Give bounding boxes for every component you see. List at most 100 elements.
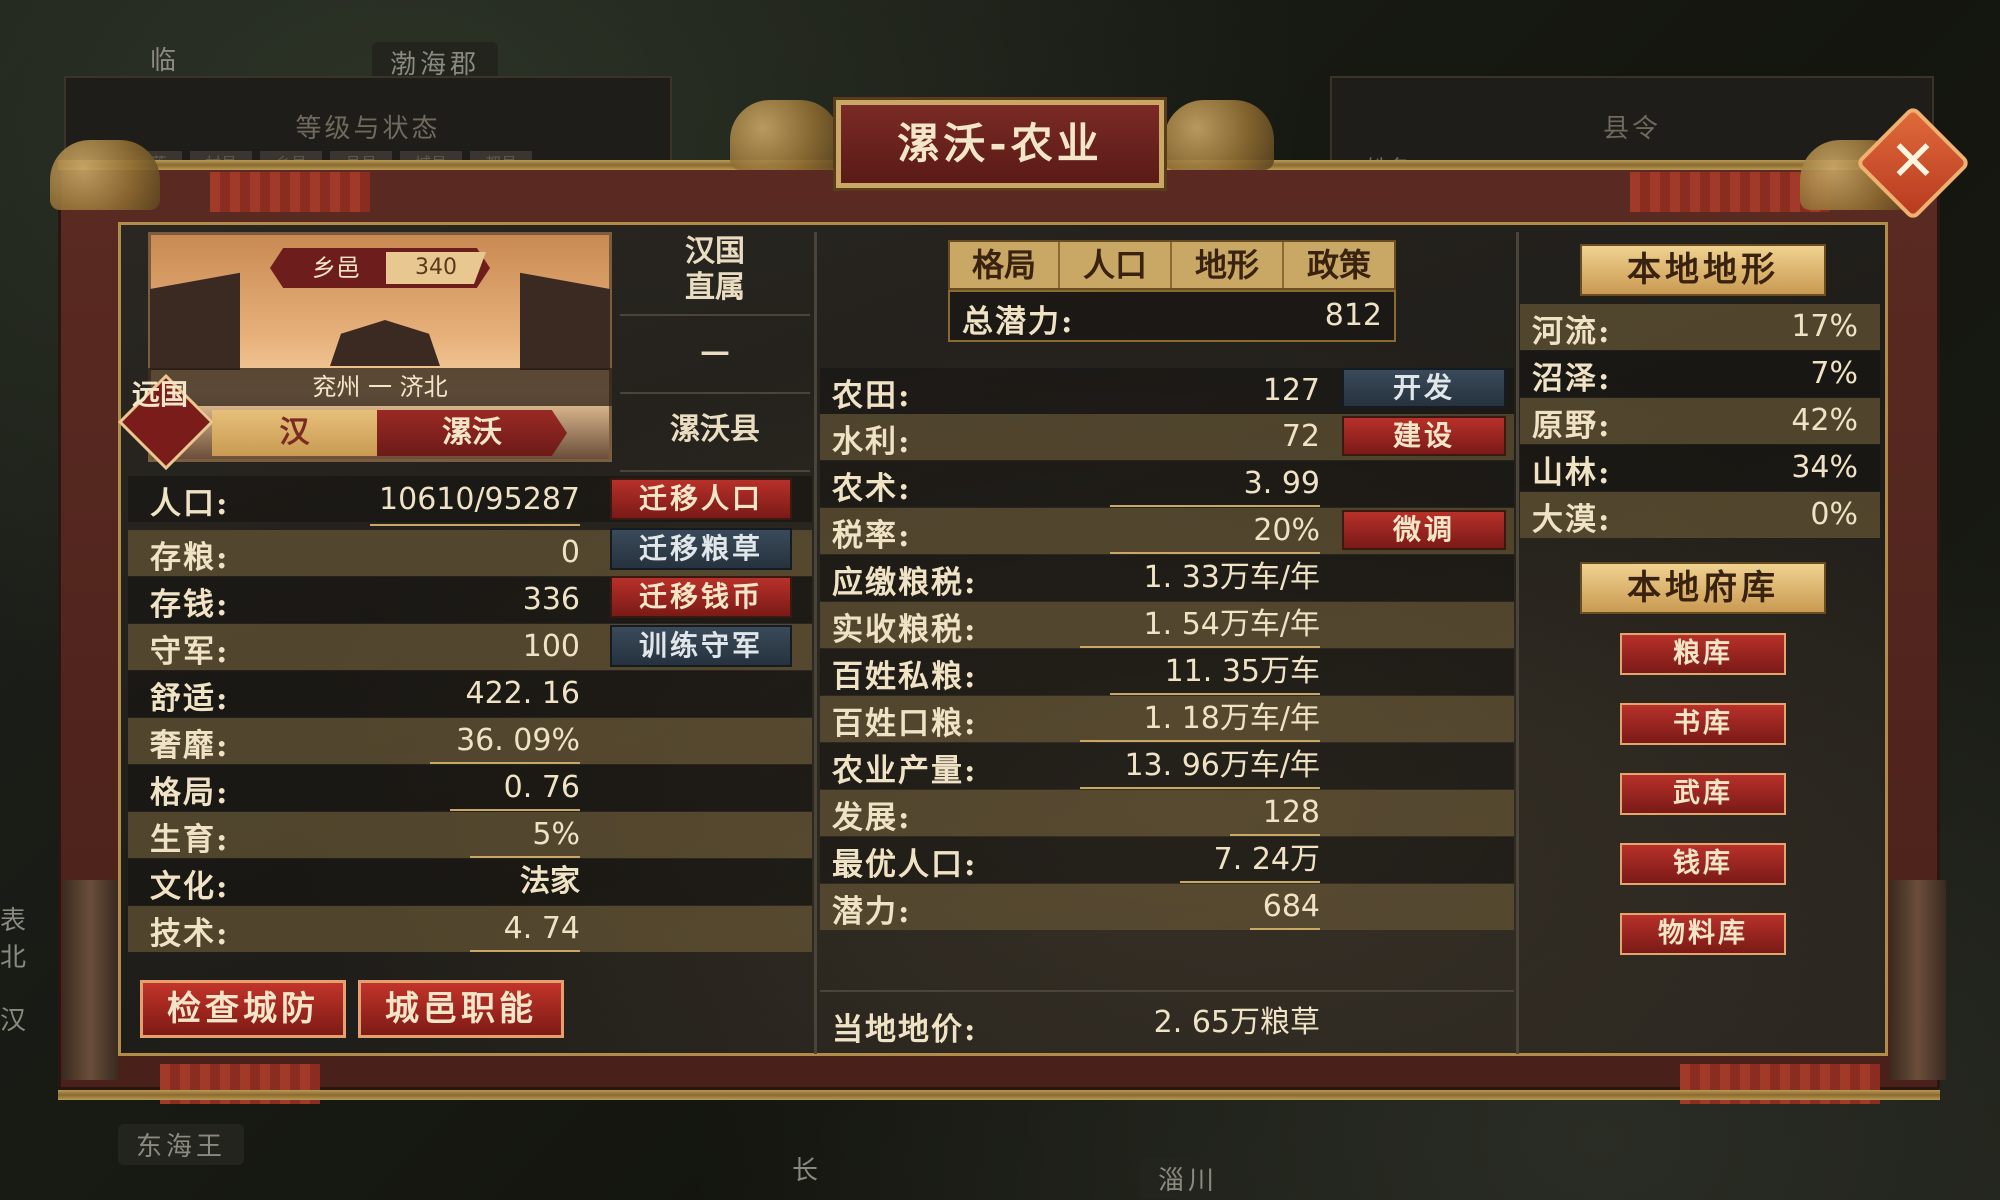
library-button[interactable]: 书库	[1620, 703, 1786, 745]
total-potential-box: 总潜力: 812	[948, 290, 1396, 342]
terrain-label-forest: 山林:	[1532, 455, 1612, 491]
distance-badge-text: 远国	[131, 378, 188, 411]
agri-value-due-tax: 1. 33万车/年	[1143, 560, 1320, 595]
agri-label-potential: 潜力:	[832, 894, 912, 930]
tab-bar: 格局 人口 地形 政策	[948, 240, 1396, 290]
cloud-ornament-icon	[50, 140, 160, 210]
stat-value-garrison: 100	[522, 629, 580, 664]
agri-value-irrigation: 72	[1281, 419, 1320, 454]
stat-label-birth: 生育:	[150, 822, 230, 858]
agri-label-farmland: 农田:	[832, 378, 912, 414]
stat-value-birth: 5%	[470, 812, 580, 858]
right-pillar-statue	[1890, 880, 1946, 1080]
cloud-ornament-icon	[1164, 100, 1274, 170]
kingdom-segment: 汉	[212, 410, 377, 456]
governor-placeholder: —	[620, 316, 810, 394]
agri-label-optimal-pop: 最优人口:	[832, 847, 978, 883]
terrain-label-plain: 原野:	[1532, 408, 1612, 444]
armory-button[interactable]: 武库	[1620, 773, 1786, 815]
migrate-money-button[interactable]: 迁移钱币	[610, 576, 792, 618]
agri-label-actual-tax: 实收粮税:	[832, 612, 978, 648]
rank-value: 340	[386, 252, 486, 284]
stat-label-money: 存钱:	[150, 587, 230, 623]
agri-value-private-grain: 11. 35万车	[1110, 649, 1320, 695]
agri-value-development: 128	[1230, 790, 1320, 836]
agri-label-development: 发展:	[832, 800, 912, 836]
agri-value-actual-tax: 1. 54万车/年	[1080, 602, 1320, 648]
map-label: 临	[150, 46, 181, 76]
terrain-label-desert: 大漠:	[1532, 502, 1612, 538]
terrain-header: 本地地形	[1580, 244, 1826, 296]
develop-farmland-button[interactable]: 开发	[1342, 368, 1506, 408]
agri-value-taxrate: 20%	[1110, 508, 1320, 554]
stat-value-culture: 法家	[520, 864, 580, 899]
materials-store-button[interactable]: 物料库	[1620, 913, 1786, 955]
agri-value-potential: 684	[1250, 884, 1320, 930]
agri-label-irrigation: 水利:	[832, 424, 912, 460]
stat-value-population: 10610/95287	[370, 476, 580, 526]
stat-value-grain: 0	[560, 535, 580, 570]
agri-row	[820, 790, 1514, 836]
build-irrigation-button[interactable]: 建设	[1342, 416, 1506, 456]
agri-label-private-grain: 百姓私粮:	[832, 659, 978, 695]
adjust-taxrate-button[interactable]: 微调	[1342, 510, 1506, 550]
county-name: 漯沃县	[620, 394, 810, 472]
back-left-header: 等级与状态	[295, 114, 441, 144]
land-price-label: 当地地价:	[832, 1012, 978, 1048]
terrain-label-marsh: 沼泽:	[1532, 361, 1612, 397]
migrate-grain-button[interactable]: 迁移粮草	[610, 528, 792, 570]
treasury-button[interactable]: 钱库	[1620, 843, 1786, 885]
left-pillar-statue	[62, 880, 118, 1080]
terrain-value-plain: 42%	[1791, 403, 1858, 438]
stat-value-layout: 0. 76	[450, 765, 580, 811]
land-price-value: 2. 65万粮草	[1153, 1005, 1320, 1040]
frame-trim-bottom	[58, 1090, 1940, 1100]
train-garrison-button[interactable]: 训练守军	[610, 625, 792, 667]
granary-button[interactable]: 粮库	[1620, 633, 1786, 675]
terrain-value-forest: 34%	[1791, 450, 1858, 485]
map-label: 表北	[0, 906, 31, 973]
agri-row	[820, 884, 1514, 930]
stat-value-luxury: 36. 09%	[430, 718, 580, 764]
stat-value-comfort: 422. 16	[465, 676, 580, 711]
inspect-defense-button[interactable]: 检查城防	[140, 980, 346, 1038]
tab-layout[interactable]: 格局	[950, 242, 1060, 288]
terrain-value-river: 17%	[1791, 309, 1858, 344]
migrate-population-button[interactable]: 迁移人口	[610, 478, 792, 520]
stat-label-population: 人口:	[150, 486, 230, 522]
stat-value-money: 336	[522, 582, 580, 617]
city-functions-button[interactable]: 城邑职能	[358, 980, 564, 1038]
section-divider	[820, 990, 1514, 992]
stat-label-garrison: 守军:	[150, 634, 230, 670]
affiliation: 汉国 直属	[620, 232, 810, 316]
cloud-ornament-icon	[730, 100, 840, 170]
window-title: 漯沃-农业	[836, 100, 1164, 188]
map-label: 汉	[0, 1006, 31, 1036]
map-label: 东海王	[118, 1124, 245, 1165]
agri-label-ration: 百姓口粮:	[832, 706, 978, 742]
terrain-value-desert: 0%	[1810, 497, 1858, 532]
city-name-segment: 漯沃	[377, 410, 567, 456]
stat-label-tech: 技术:	[150, 916, 230, 952]
stat-label-layout: 格局:	[150, 775, 230, 811]
tab-population[interactable]: 人口	[1060, 242, 1172, 288]
storehouse-header: 本地府库	[1580, 562, 1826, 614]
tab-policy[interactable]: 政策	[1284, 242, 1394, 288]
close-icon[interactable]: ✕	[1872, 122, 1954, 204]
column-divider	[1516, 232, 1519, 1054]
stat-label-culture: 文化:	[150, 869, 230, 905]
terrain-label-river: 河流:	[1532, 314, 1612, 350]
city-location: 兖州 一 济北	[148, 368, 612, 406]
stat-value-tech: 4. 74	[470, 906, 580, 952]
stat-label-grain: 存粮:	[150, 540, 230, 576]
total-potential-value: 812	[1324, 298, 1382, 333]
agri-value-farmland: 127	[1262, 373, 1320, 408]
agri-label-technique: 农术:	[832, 471, 912, 507]
map-label: 淄川	[1140, 1158, 1237, 1199]
tab-terrain[interactable]: 地形	[1172, 242, 1284, 288]
total-potential-label: 总潜力:	[962, 304, 1075, 340]
stat-label-luxury: 奢靡:	[150, 728, 230, 764]
map-label: 长	[792, 1156, 823, 1186]
agri-value-output: 13. 96万车/年	[1080, 743, 1320, 789]
stat-label-comfort: 舒适:	[150, 681, 230, 717]
